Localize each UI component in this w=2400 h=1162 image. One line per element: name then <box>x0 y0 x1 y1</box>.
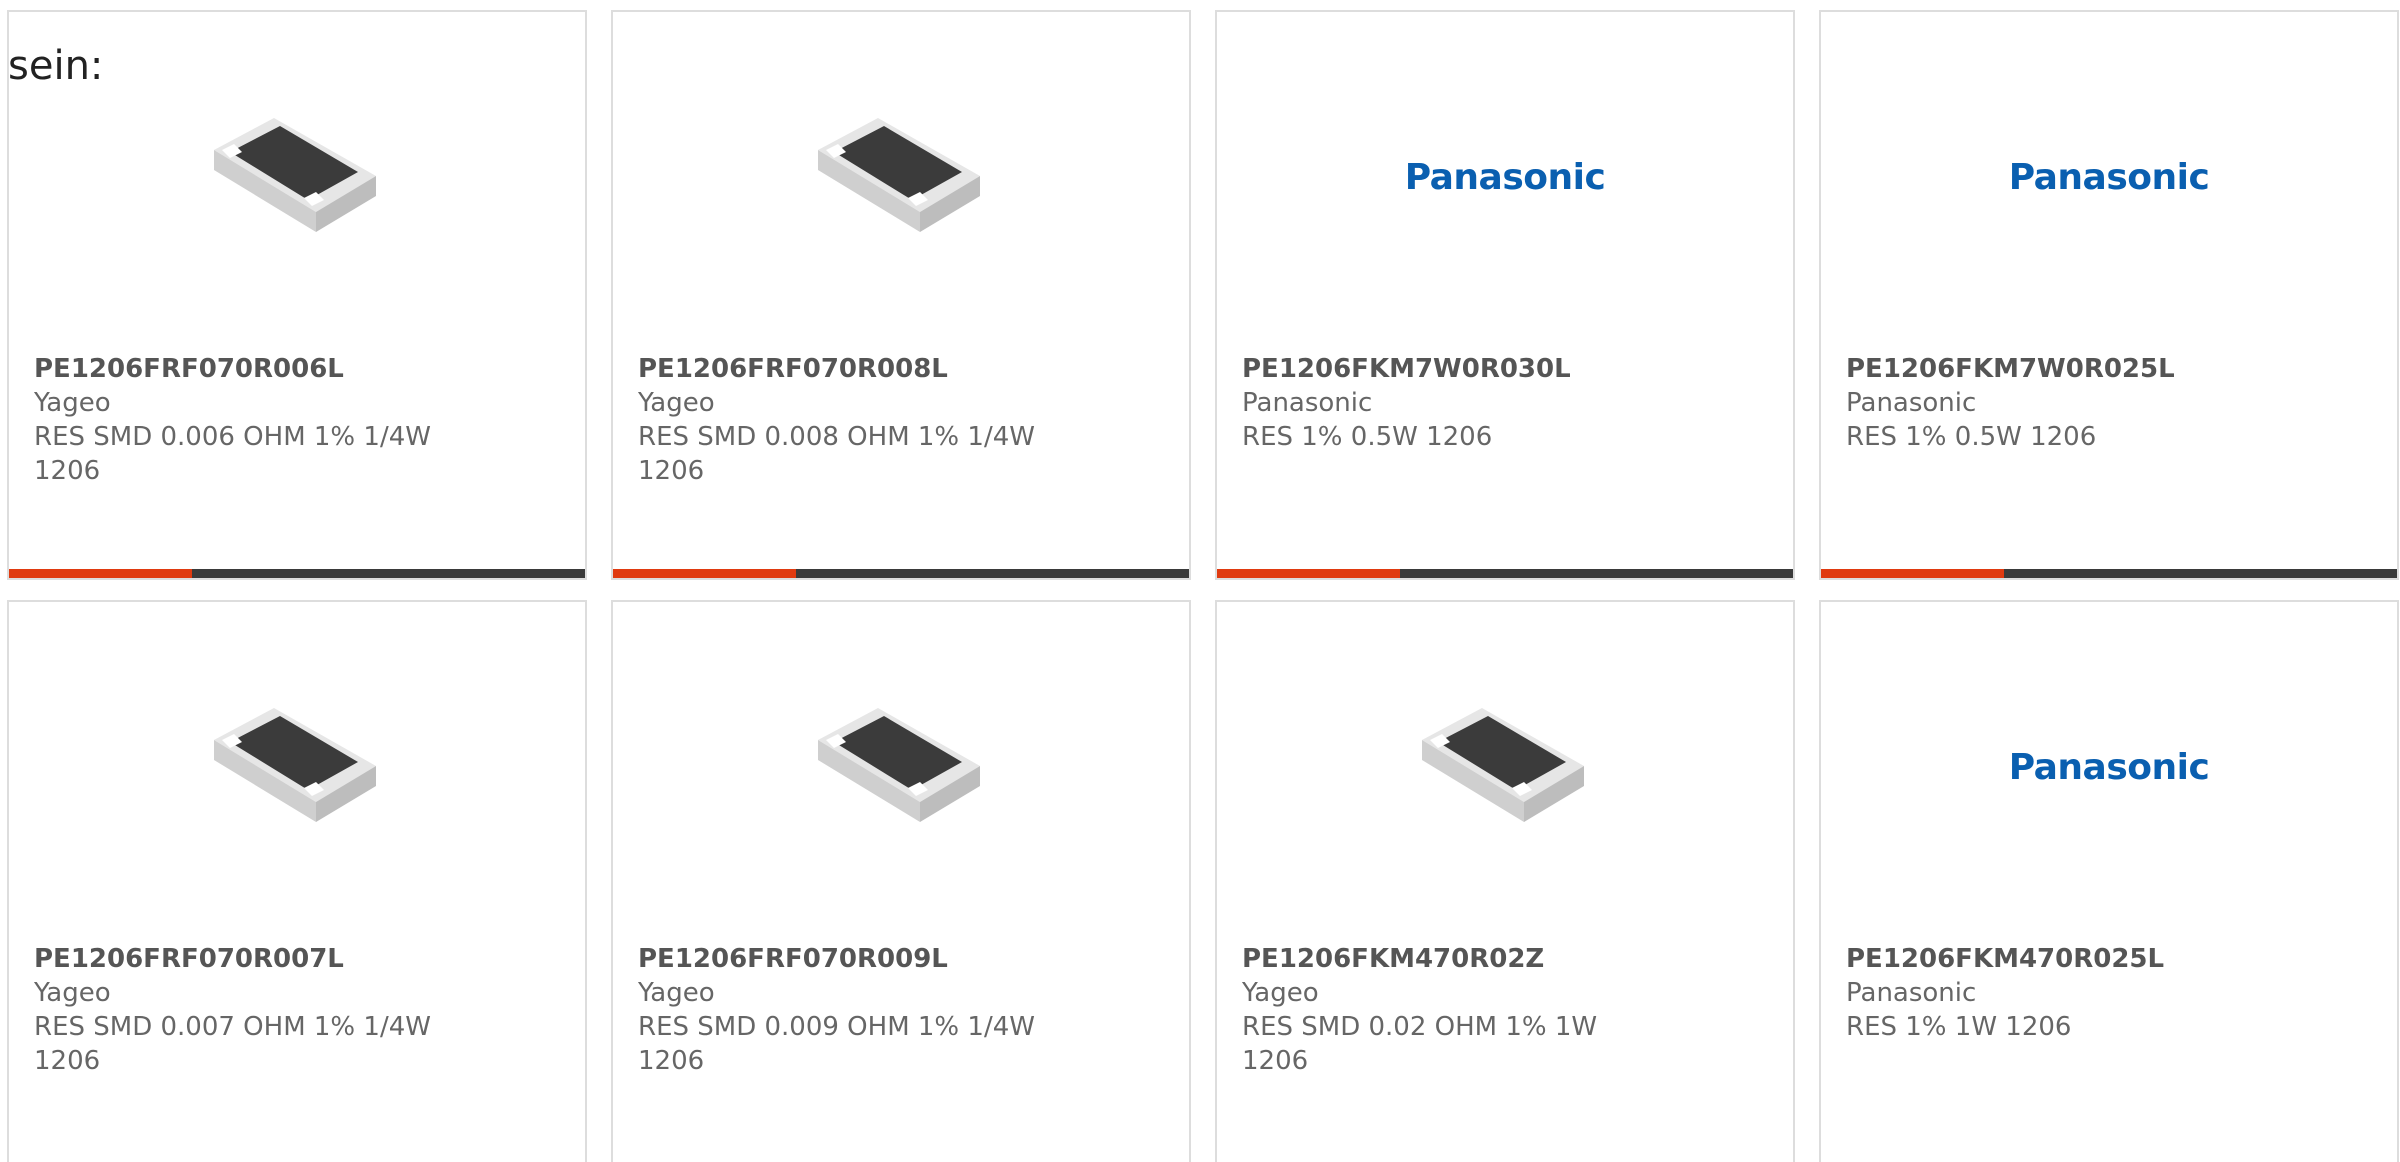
description: RES 1% 0.5W 1206 <box>1242 422 1493 452</box>
resistor-chip-image[interactable] <box>194 670 398 874</box>
product-card[interactable]: PE1206FRF070R007L Yageo RES SMD 0.007 OH… <box>7 600 587 1162</box>
product-grid: PE1206FRF070R006L Yageo RES SMD 0.006 OH… <box>0 0 2400 1162</box>
product-card[interactable]: Panasonic PE1206FKM7W0R025L Panasonic RE… <box>1819 10 2399 580</box>
resistor-chip-image[interactable] <box>798 80 1002 284</box>
product-card[interactable]: Panasonic PE1206FKM7W0R030L Panasonic RE… <box>1215 10 1795 580</box>
product-info: PE1206FKM470R02Z Yageo RES SMD 0.02 OHM … <box>1242 942 1662 1078</box>
manufacturer: Yageo <box>638 388 715 418</box>
part-number[interactable]: PE1206FRF070R007L <box>34 942 454 976</box>
part-number[interactable]: PE1206FKM7W0R030L <box>1242 352 1662 386</box>
product-card[interactable]: PE1206FKM470R02Z Yageo RES SMD 0.02 OHM … <box>1215 600 1795 1162</box>
description: RES SMD 0.008 OHM 1% 1/4W 1206 <box>638 422 1035 486</box>
description: RES 1% 1W 1206 <box>1846 1012 2072 1042</box>
description: RES SMD 0.006 OHM 1% 1/4W 1206 <box>34 422 431 486</box>
part-number[interactable]: PE1206FRF070R008L <box>638 352 1058 386</box>
resistor-chip-image[interactable] <box>194 80 398 284</box>
resistor-chip-image[interactable] <box>798 670 1002 874</box>
part-number[interactable]: PE1206FRF070R006L <box>34 352 454 386</box>
manufacturer: Panasonic <box>1242 388 1373 418</box>
intro-text: sein: <box>8 43 104 89</box>
description: RES SMD 0.02 OHM 1% 1W 1206 <box>1242 1012 1598 1076</box>
manufacturer: Yageo <box>1242 978 1319 1008</box>
manufacturer: Yageo <box>34 978 111 1008</box>
product-card[interactable]: PE1206FRF070R006L Yageo RES SMD 0.006 OH… <box>7 10 587 580</box>
product-info: PE1206FKM7W0R030L Panasonic RES 1% 0.5W … <box>1242 352 1662 454</box>
description: RES SMD 0.009 OHM 1% 1/4W 1206 <box>638 1012 1035 1076</box>
card-accent-bar <box>1217 569 1793 578</box>
panasonic-logo[interactable]: Panasonic <box>1821 746 2397 790</box>
product-card[interactable]: PE1206FRF070R008L Yageo RES SMD 0.008 OH… <box>611 10 1191 580</box>
manufacturer: Yageo <box>638 978 715 1008</box>
description: RES 1% 0.5W 1206 <box>1846 422 2097 452</box>
product-info: PE1206FRF070R006L Yageo RES SMD 0.006 OH… <box>34 352 454 488</box>
product-card[interactable]: Panasonic PE1206FKM470R025L Panasonic RE… <box>1819 600 2399 1162</box>
part-number[interactable]: PE1206FKM7W0R025L <box>1846 352 2266 386</box>
resistor-chip-image[interactable] <box>1402 670 1606 874</box>
description: RES SMD 0.007 OHM 1% 1/4W 1206 <box>34 1012 431 1076</box>
part-number[interactable]: PE1206FKM470R02Z <box>1242 942 1662 976</box>
product-info: PE1206FKM7W0R025L Panasonic RES 1% 0.5W … <box>1846 352 2266 454</box>
part-number[interactable]: PE1206FRF070R009L <box>638 942 1058 976</box>
part-number[interactable]: PE1206FKM470R025L <box>1846 942 2266 976</box>
panasonic-logo[interactable]: Panasonic <box>1217 156 1793 200</box>
manufacturer: Panasonic <box>1846 388 1977 418</box>
card-accent-bar <box>1821 569 2397 578</box>
manufacturer: Yageo <box>34 388 111 418</box>
product-card[interactable]: PE1206FRF070R009L Yageo RES SMD 0.009 OH… <box>611 600 1191 1162</box>
card-accent-bar <box>613 569 1189 578</box>
card-accent-bar <box>9 569 585 578</box>
product-info: PE1206FRF070R009L Yageo RES SMD 0.009 OH… <box>638 942 1058 1078</box>
manufacturer: Panasonic <box>1846 978 1977 1008</box>
panasonic-logo[interactable]: Panasonic <box>1821 156 2397 200</box>
product-info: PE1206FKM470R025L Panasonic RES 1% 1W 12… <box>1846 942 2266 1044</box>
product-info: PE1206FRF070R008L Yageo RES SMD 0.008 OH… <box>638 352 1058 488</box>
product-info: PE1206FRF070R007L Yageo RES SMD 0.007 OH… <box>34 942 454 1078</box>
